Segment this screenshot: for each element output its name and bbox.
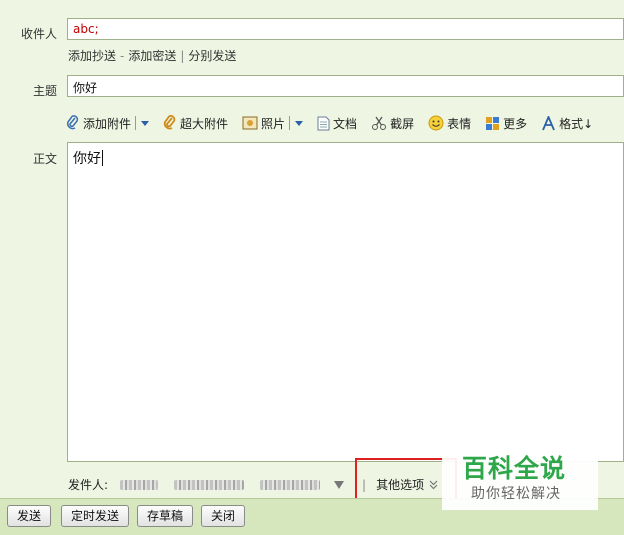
- screenshot-label: 截屏: [390, 116, 415, 131]
- document-label: 文档: [333, 116, 358, 131]
- body-editor[interactable]: 你好: [67, 142, 624, 462]
- document-icon: [317, 116, 330, 130]
- more-label: 更多: [503, 116, 528, 131]
- watermark-subtitle: 助你轻松解决: [471, 486, 561, 502]
- to-field[interactable]: abc;: [67, 18, 624, 40]
- photo-dropdown-icon[interactable]: [295, 120, 304, 126]
- photo-button[interactable]: 照片: [242, 115, 304, 132]
- save-draft-button[interactable]: 存草稿: [137, 505, 194, 527]
- send-button[interactable]: 发送: [7, 505, 52, 527]
- to-label: 收件人: [20, 27, 57, 41]
- screenshot-button[interactable]: 截屏: [371, 115, 414, 132]
- paperclip-icon: [67, 115, 79, 130]
- format-a-icon: [542, 115, 555, 130]
- more-button[interactable]: 更多: [485, 115, 527, 132]
- toolbar-divider: [135, 116, 137, 130]
- to-value: abc;: [73, 22, 99, 36]
- photo-label: 照片: [261, 116, 286, 131]
- link-dash: -: [120, 49, 125, 63]
- format-label: 格式↓: [559, 116, 594, 131]
- close-button[interactable]: 关闭: [201, 505, 246, 527]
- add-bcc-link[interactable]: 添加密送: [128, 49, 176, 63]
- large-attachment-label: 超大附件: [180, 116, 229, 131]
- add-attachment-button[interactable]: 添加附件: [66, 115, 150, 132]
- toolbar-divider: [289, 116, 291, 130]
- sender-dropdown-icon[interactable]: [334, 480, 345, 489]
- large-attachment-button[interactable]: 超大附件: [163, 115, 228, 132]
- photo-icon: [242, 116, 258, 130]
- add-attachment-label: 添加附件: [83, 116, 132, 131]
- recipient-links: 添加抄送 - 添加密送 | 分别发送: [68, 47, 236, 64]
- body-label: 正文: [32, 152, 57, 166]
- text-caret: [102, 150, 103, 166]
- sender-domain-redacted: [260, 479, 321, 490]
- send-separately-link[interactable]: 分别发送: [188, 49, 236, 63]
- compose-toolbar: 添加附件 超大附件 照片 文档 截屏 表情 更多 格式↓: [66, 113, 607, 133]
- emoji-label: 表情: [447, 116, 472, 131]
- sender-address-redacted: [174, 479, 245, 490]
- grid-icon: [486, 116, 500, 130]
- scissors-icon: [372, 116, 387, 130]
- subject-field[interactable]: 你好: [67, 75, 624, 97]
- sender-label: 发件人:: [68, 478, 109, 492]
- smiley-icon: [428, 115, 444, 131]
- add-cc-link[interactable]: 添加抄送: [68, 49, 116, 63]
- attachment-dropdown-icon[interactable]: [141, 120, 150, 126]
- body-text: 你好: [73, 151, 101, 167]
- large-paperclip-icon: [163, 115, 176, 130]
- subject-value: 你好: [73, 81, 98, 95]
- scheduled-send-button[interactable]: 定时发送: [61, 505, 130, 527]
- link-divider: |: [180, 49, 185, 63]
- document-button[interactable]: 文档: [317, 115, 357, 132]
- subject-label: 主题: [32, 84, 57, 98]
- watermark-title: 百科全说: [462, 454, 567, 483]
- emoji-button[interactable]: 表情: [428, 115, 471, 132]
- sender-name-redacted: [120, 479, 159, 490]
- format-button[interactable]: 格式↓: [541, 115, 593, 132]
